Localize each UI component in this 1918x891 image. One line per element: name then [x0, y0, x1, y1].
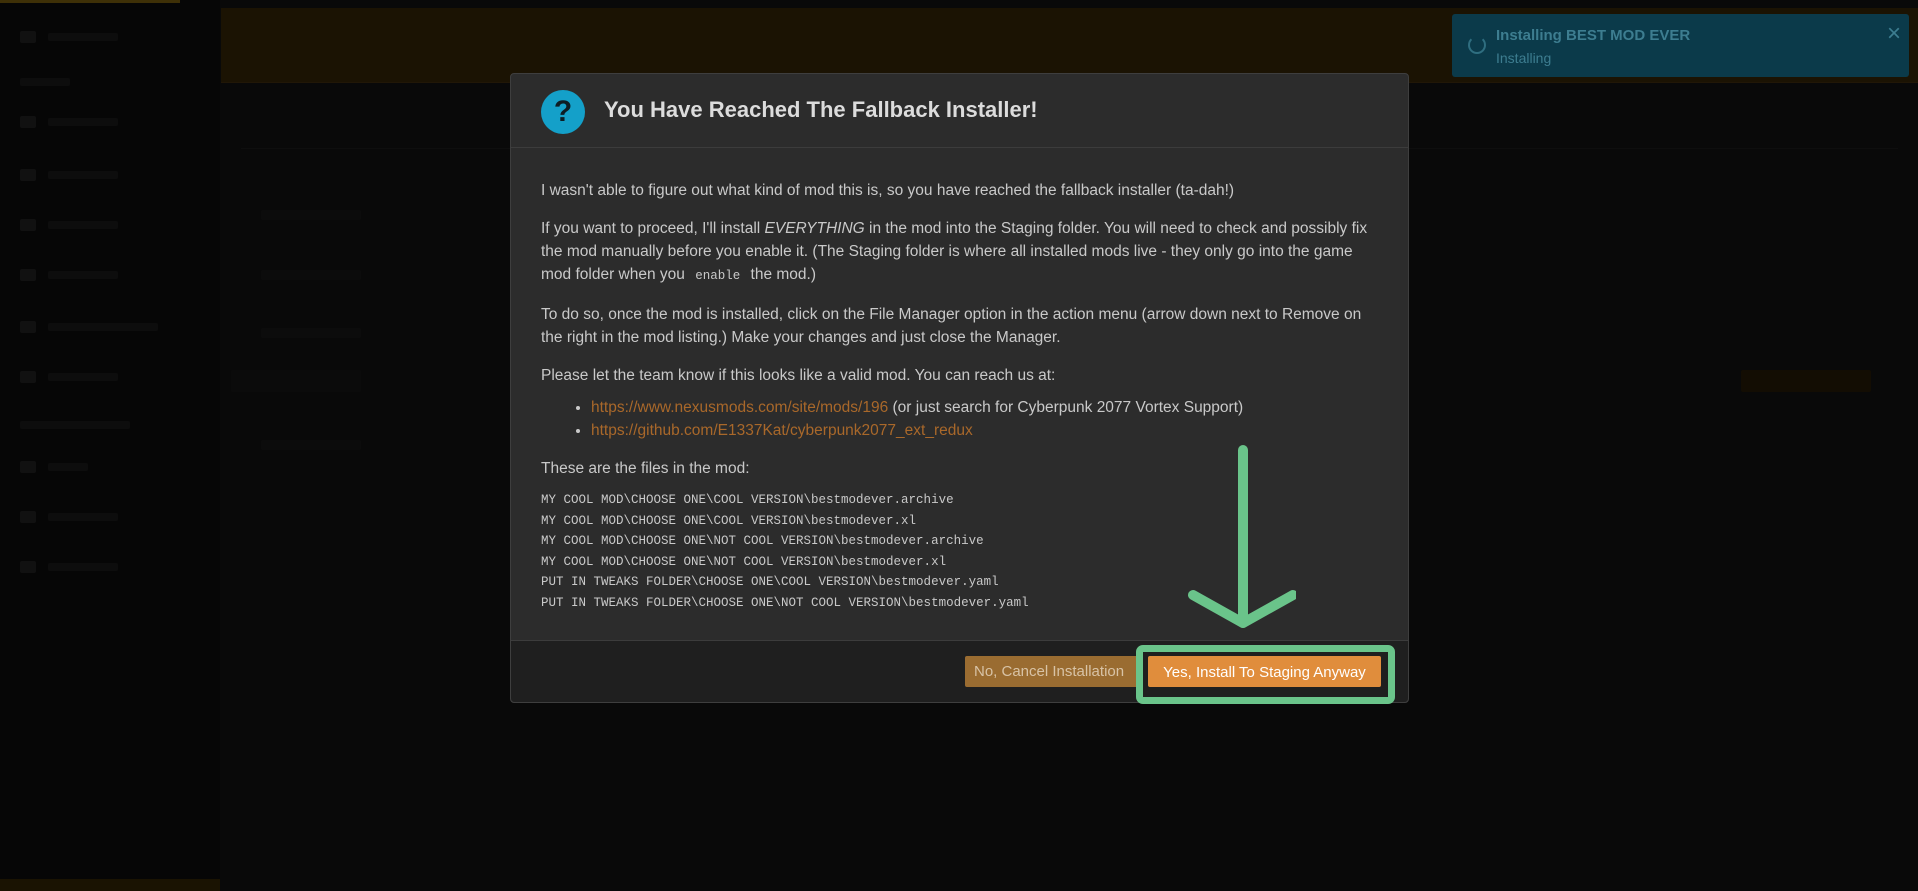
- list-item: https://github.com/E1337Kat/cyberpunk207…: [591, 419, 1381, 442]
- contact-text: Please let the team know if this looks l…: [541, 367, 1056, 384]
- contact-links: https://www.nexusmods.com/site/mods/196 …: [541, 396, 1381, 442]
- annotation-highlight: [1136, 645, 1395, 704]
- toast-subtitle: Installing: [1496, 50, 1552, 66]
- toast-title: Installing BEST MOD EVER: [1496, 27, 1691, 44]
- question-icon: ?: [541, 90, 585, 134]
- file-manager-text: To do so, once the mod is installed, cli…: [541, 306, 1362, 346]
- proceed-text-part: the mod.): [746, 266, 816, 283]
- proceed-text: If you want to proceed, I'll install EVE…: [541, 217, 1381, 288]
- spinner-icon: [1468, 36, 1486, 54]
- close-icon[interactable]: ×: [1887, 22, 1901, 46]
- notification-toast: Installing BEST MOD EVER Installing ×: [1452, 14, 1909, 77]
- intro-text: I wasn't able to figure out what kind of…: [541, 182, 1235, 199]
- proceed-text-part: If you want to proceed, I'll install: [541, 220, 765, 237]
- annotation-arrow-icon: [1188, 445, 1296, 628]
- nexus-link[interactable]: https://www.nexusmods.com/site/mods/196: [591, 399, 888, 416]
- inline-code: enable: [695, 269, 741, 283]
- link-note: (or just search for Cyberpunk 2077 Vorte…: [888, 399, 1244, 416]
- cancel-button[interactable]: No, Cancel Installation: [965, 656, 1143, 687]
- emphasis-text: EVERYTHING: [764, 220, 865, 237]
- list-item: https://www.nexusmods.com/site/mods/196 …: [591, 396, 1381, 419]
- dialog-title: You Have Reached The Fallback Installer!: [604, 97, 1038, 122]
- github-link[interactable]: https://github.com/E1337Kat/cyberpunk207…: [591, 422, 973, 439]
- dialog-header: ? You Have Reached The Fallback Installe…: [511, 74, 1408, 148]
